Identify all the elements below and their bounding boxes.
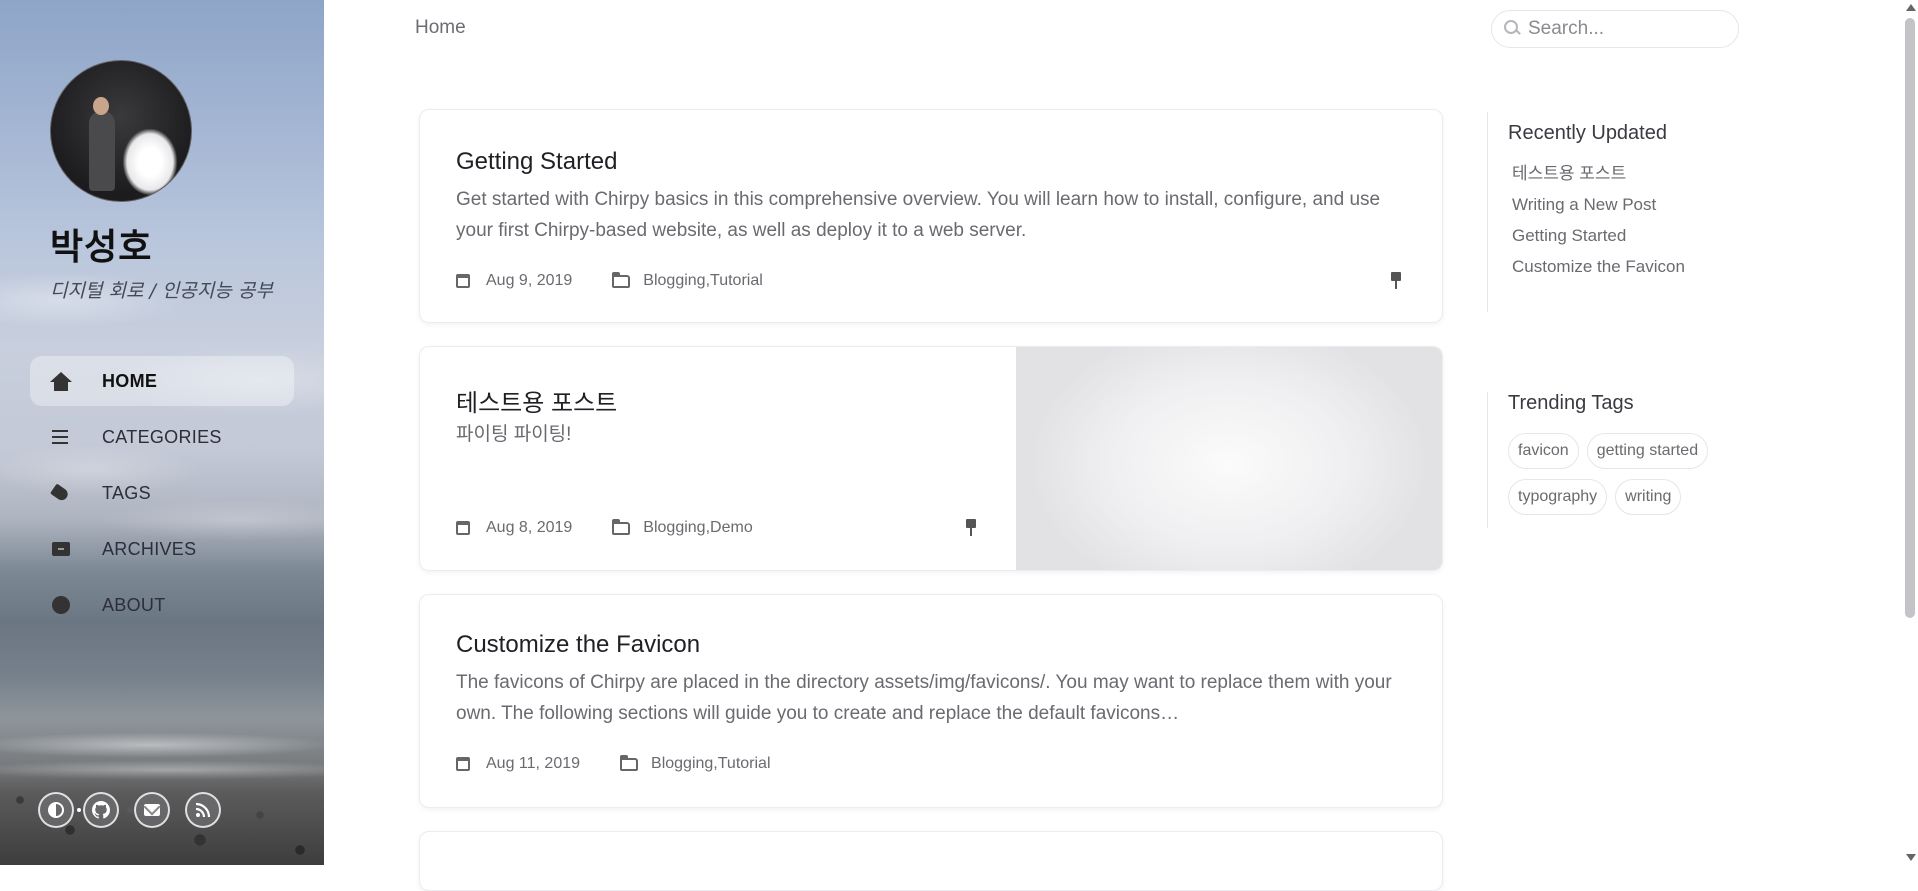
nav-label-about: ABOUT	[102, 594, 166, 615]
breadcrumb: Home	[415, 17, 466, 38]
social-links	[38, 792, 236, 828]
post-meta: Aug 8, 2019 Blogging, Demo	[456, 518, 753, 537]
pin-icon	[1390, 272, 1402, 290]
mode-toggle-button[interactable]	[38, 792, 74, 828]
folder-icon	[620, 754, 639, 771]
post-date: Aug 8, 2019	[486, 519, 573, 536]
rss-button[interactable]	[185, 792, 221, 828]
site-title[interactable]: 박성호	[50, 218, 152, 270]
post-meta: Aug 9, 2019 Blogging, Tutorial	[456, 271, 763, 290]
trending-tags-title: Trending Tags	[1508, 392, 1634, 414]
recent-post-link[interactable]: Customize the Favicon	[1512, 257, 1685, 277]
github-icon	[92, 801, 110, 819]
avatar-head	[93, 97, 109, 115]
email-icon	[144, 804, 160, 816]
tag-chip[interactable]: getting started	[1586, 433, 1709, 469]
trending-tags-panel: Trending Tags favicon getting started ty…	[1487, 392, 1748, 528]
folder-icon	[612, 271, 631, 288]
calendar-icon	[456, 274, 470, 288]
scroll-down-arrow-icon[interactable]	[1906, 854, 1916, 861]
nav-item-home[interactable]: HOME	[30, 356, 294, 406]
bars-icon	[50, 426, 72, 448]
nav-label-home: HOME	[102, 370, 158, 391]
pin-icon	[965, 519, 977, 537]
post-category: Blogging	[651, 755, 714, 772]
recent-post-link[interactable]: 테스트용 포스트	[1512, 159, 1685, 184]
recently-updated-panel: Recently Updated 테스트용 포스트 Writing a New …	[1487, 112, 1685, 312]
tag-list: favicon getting started typography writi…	[1508, 433, 1748, 525]
post-meta: Aug 11, 2019 Blogging, Tutorial	[456, 754, 771, 773]
post-category: Tutorial	[717, 755, 771, 772]
scrollbar[interactable]	[1902, 0, 1918, 865]
sidebar-nav: HOME CATEGORIES TAGS ARCHIVES ABOUT	[30, 356, 294, 636]
tag-chip[interactable]: typography	[1508, 479, 1608, 515]
post-date: Aug 11, 2019	[486, 755, 581, 772]
scrollbar-thumb[interactable]	[1905, 18, 1915, 618]
post-category: Demo	[710, 519, 753, 536]
post-card[interactable]	[419, 831, 1443, 891]
tag-chip[interactable]: favicon	[1508, 433, 1579, 469]
post-category: Blogging	[643, 272, 706, 289]
sidebar: 박성호 디지털 회로 / 인공지능 공부 HOME CATEGORIES TAG…	[0, 0, 324, 865]
calendar-icon	[456, 757, 470, 771]
github-button[interactable]	[83, 792, 119, 828]
post-category: Blogging	[643, 519, 706, 536]
recent-post-link[interactable]: Getting Started	[1512, 226, 1685, 246]
post-card[interactable]: Customize the Favicon The favicons of Ch…	[419, 594, 1443, 808]
site-subtitle: 디지털 회로 / 인공지능 공부	[50, 280, 273, 302]
post-category: Tutorial	[710, 272, 763, 289]
post-title[interactable]: 테스트용 포스트	[456, 383, 617, 418]
post-excerpt: Get started with Chirpy basics in this c…	[456, 189, 1381, 241]
recent-post-link[interactable]: Writing a New Post	[1512, 195, 1685, 215]
recently-updated-title: Recently Updated	[1508, 122, 1667, 144]
post-title[interactable]: Customize the Favicon	[456, 631, 700, 659]
nav-item-tags[interactable]: TAGS	[30, 468, 294, 518]
post-date: Aug 9, 2019	[486, 272, 573, 289]
nav-item-archives[interactable]: ARCHIVES	[30, 524, 294, 574]
post-excerpt: 파이팅 파이팅!	[456, 424, 572, 445]
archive-icon	[50, 538, 72, 560]
calendar-icon	[456, 521, 470, 535]
avatar-person	[89, 111, 115, 191]
mode-toggle-icon	[48, 802, 64, 818]
post-title[interactable]: Getting Started	[456, 148, 617, 176]
separator-dot	[77, 808, 81, 812]
tag-chip[interactable]: writing	[1615, 479, 1682, 515]
email-button[interactable]	[134, 792, 170, 828]
nav-label-archives: ARCHIVES	[102, 538, 197, 559]
info-icon	[50, 594, 72, 616]
nav-item-about[interactable]: ABOUT	[30, 580, 294, 630]
post-card[interactable]: Getting Started Get started with Chirpy …	[419, 109, 1443, 323]
folder-icon	[612, 518, 631, 535]
post-excerpt: The favicons of Chirpy are placed in the…	[456, 672, 1392, 724]
nav-label-tags: TAGS	[102, 482, 151, 503]
nav-label-categories: CATEGORIES	[102, 426, 222, 447]
tags-icon	[50, 482, 72, 504]
post-preview-image	[1016, 347, 1442, 570]
avatar[interactable]	[50, 60, 192, 202]
avatar-sculpture	[123, 129, 177, 195]
search-icon	[1504, 20, 1522, 38]
scroll-up-arrow-icon[interactable]	[1906, 4, 1916, 11]
home-icon	[50, 370, 72, 392]
search-box[interactable]	[1491, 10, 1739, 48]
rss-icon	[195, 802, 211, 818]
search-input[interactable]	[1526, 17, 1730, 41]
nav-item-categories[interactable]: CATEGORIES	[30, 412, 294, 462]
post-card[interactable]: 테스트용 포스트 파이팅 파이팅! Aug 8, 2019 Blogging, …	[419, 346, 1443, 571]
